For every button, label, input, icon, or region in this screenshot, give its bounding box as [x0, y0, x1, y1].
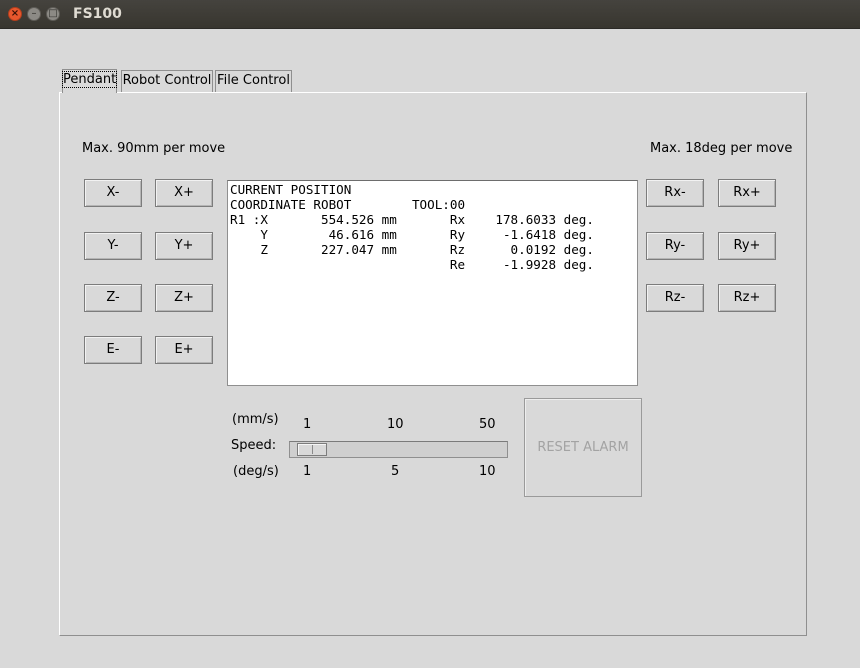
angular-limit-label: Max. 18deg per move [650, 141, 793, 156]
angular-speed-tick-max: 10 [479, 464, 496, 479]
rz-plus-button[interactable]: Rz+ [718, 284, 776, 312]
e-minus-button[interactable]: E- [84, 336, 142, 364]
window-titlebar: × – □ FS100 [0, 0, 860, 29]
close-window-icon[interactable]: × [8, 7, 22, 21]
angular-speed-tick-mid: 5 [391, 464, 400, 479]
speed-label: Speed: [231, 438, 277, 453]
z-minus-button[interactable]: Z- [84, 284, 142, 312]
ry-minus-button[interactable]: Ry- [646, 232, 704, 260]
rx-plus-button[interactable]: Rx+ [718, 179, 776, 207]
linear-limit-label: Max. 90mm per move [82, 141, 226, 156]
minimize-window-icon[interactable]: – [27, 7, 41, 21]
tab-pendant-label: Pendant [61, 71, 118, 88]
maximize-window-icon[interactable]: □ [46, 7, 60, 21]
z-plus-button[interactable]: Z+ [155, 284, 213, 312]
tab-pendant[interactable]: Pendant [61, 69, 118, 93]
tab-file-control-label: File Control [217, 73, 290, 88]
linear-speed-unit: (mm/s) [232, 412, 279, 427]
y-minus-button[interactable]: Y- [84, 232, 142, 260]
y-plus-button[interactable]: Y+ [155, 232, 213, 260]
reset-alarm-button[interactable]: RESET ALARM [524, 398, 642, 497]
speed-slider[interactable] [289, 441, 508, 458]
slider-grip-icon [312, 445, 313, 454]
angular-speed-tick-min: 1 [303, 464, 312, 479]
x-minus-button[interactable]: X- [84, 179, 142, 207]
rz-minus-button[interactable]: Rz- [646, 284, 704, 312]
linear-speed-tick-max: 50 [479, 417, 496, 432]
e-plus-button[interactable]: E+ [155, 336, 213, 364]
tab-file-control[interactable]: File Control [215, 70, 292, 92]
speed-slider-handle[interactable] [297, 443, 327, 456]
window-title: FS100 [73, 6, 122, 22]
x-plus-button[interactable]: X+ [155, 179, 213, 207]
tab-robot-control[interactable]: Robot Control [121, 70, 213, 92]
linear-speed-tick-min: 1 [303, 417, 312, 432]
linear-speed-tick-mid: 10 [387, 417, 404, 432]
tab-robot-control-label: Robot Control [122, 73, 212, 88]
angular-speed-unit: (deg/s) [233, 464, 279, 479]
rx-minus-button[interactable]: Rx- [646, 179, 704, 207]
current-position-display: CURRENT POSITION COORDINATE ROBOT TOOL:0… [227, 180, 638, 386]
ry-plus-button[interactable]: Ry+ [718, 232, 776, 260]
